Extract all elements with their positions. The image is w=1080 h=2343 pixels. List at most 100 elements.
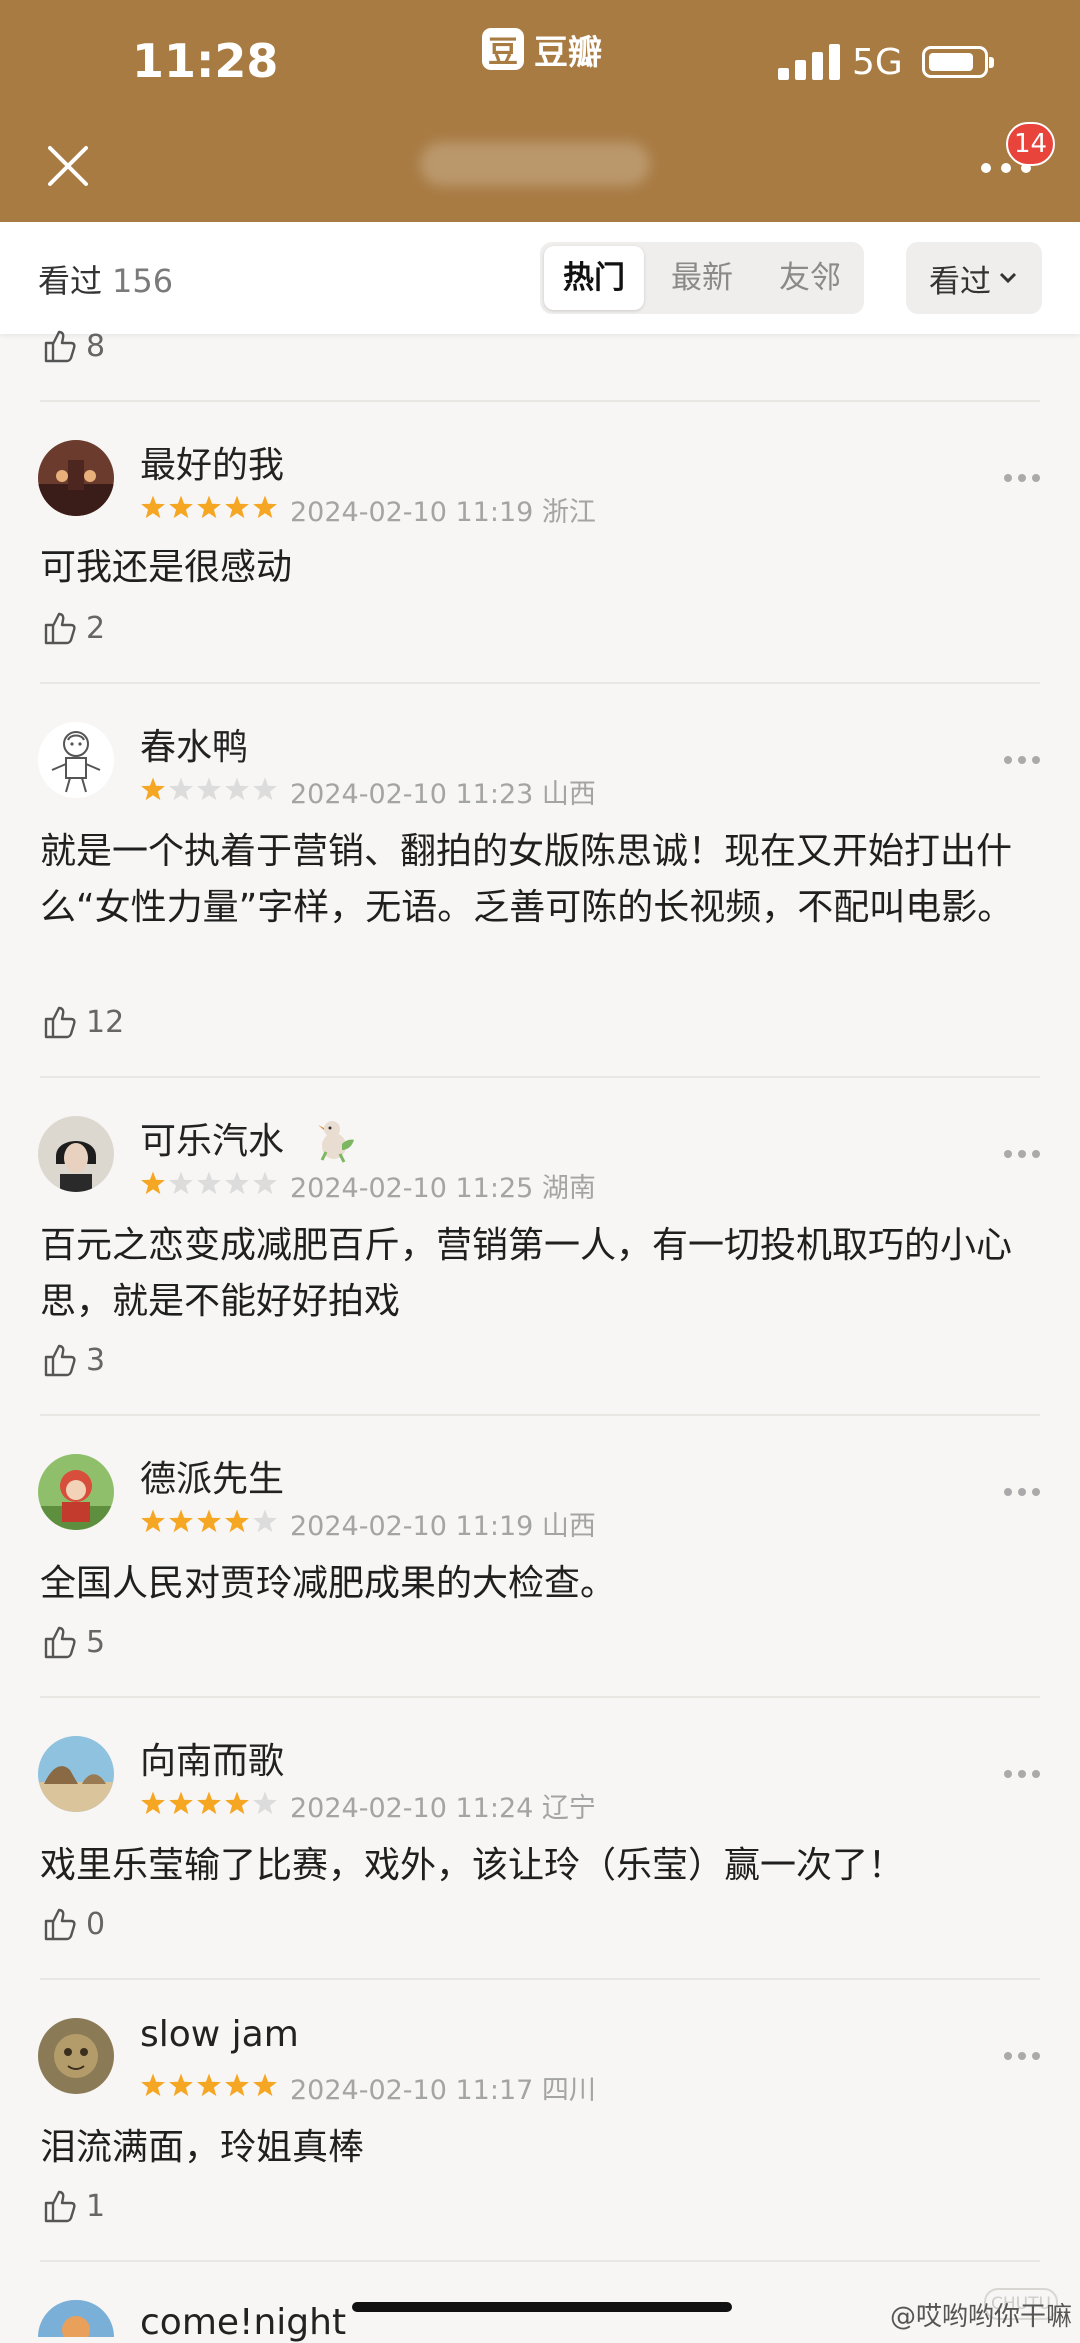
douban-logo-icon: 豆 — [482, 28, 524, 70]
username[interactable]: 春水鸭 — [140, 718, 248, 770]
like-button[interactable]: 2 — [40, 608, 105, 648]
like-button[interactable]: 3 — [40, 1340, 105, 1380]
like-count: 1 — [86, 2188, 106, 2224]
thumbs-up-icon — [44, 1344, 76, 1377]
star-empty-icon — [225, 1171, 249, 1195]
review-text: 戏里乐莹输了比赛，戏外，该让玲（乐莹）赢一次了！ — [40, 1845, 905, 1886]
star-filled-icon — [141, 1509, 165, 1533]
more-icon[interactable] — [1002, 1486, 1042, 1498]
star-filled-icon — [141, 2073, 165, 2097]
more-icon[interactable] — [1002, 1768, 1042, 1780]
avatar[interactable] — [38, 1454, 114, 1530]
blurred-title — [420, 142, 650, 186]
username[interactable]: slow jam — [140, 2014, 299, 2055]
review-meta: 2024-02-10 11:23 山西 — [290, 779, 596, 810]
divider — [40, 1696, 1040, 1698]
star-empty-icon — [253, 1791, 277, 1815]
avatar[interactable] — [38, 2018, 114, 2094]
like-count: 5 — [86, 1624, 106, 1660]
signal-icon — [778, 42, 840, 80]
more-icon[interactable] — [1002, 472, 1042, 484]
bird-badge-icon — [318, 1121, 354, 1163]
like-button[interactable]: 8 — [40, 326, 105, 366]
star-filled-icon — [141, 777, 165, 801]
review-meta: 2024-02-10 11:19 浙江 — [290, 497, 596, 528]
review-meta: 2024-02-10 11:24 辽宁 — [290, 1793, 596, 1824]
divider — [40, 1414, 1040, 1416]
avatar[interactable] — [38, 440, 114, 516]
star-filled-icon — [225, 1509, 249, 1533]
review-text: 全国人民对贾玲减肥成果的大检查。 — [40, 1563, 617, 1604]
like-count: 0 — [86, 1906, 106, 1942]
username[interactable]: 德派先生 — [140, 1450, 284, 1502]
star-empty-icon — [225, 777, 249, 801]
thumbs-up-icon — [44, 1006, 76, 1039]
divider — [40, 1076, 1040, 1078]
review-meta: 2024-02-10 11:17 四川 — [290, 2075, 596, 2106]
network-label: 5G — [852, 42, 903, 83]
star-empty-icon — [169, 777, 193, 801]
avatar[interactable] — [38, 722, 114, 798]
review-text: 泪流满面，玲姐真棒 — [40, 2127, 365, 2168]
status-filter-dropdown[interactable]: 看过 — [906, 242, 1042, 314]
watermark-text: @哎哟哟你干嘛 — [890, 2302, 1073, 2332]
more-icon[interactable] — [1002, 754, 1042, 766]
rating-stars — [141, 2073, 277, 2097]
like-count: 2 — [86, 610, 106, 646]
review-meta: 2024-02-10 11:25 湖南 — [290, 1173, 596, 1204]
sort-tabs: 热门 最新 友邻 — [540, 242, 864, 314]
star-filled-icon — [169, 2073, 193, 2097]
star-empty-icon — [253, 1171, 277, 1195]
username[interactable]: 可乐汽水 — [140, 1112, 284, 1164]
app-name: 豆瓣 — [534, 32, 602, 73]
seen-count: 156 — [112, 262, 174, 300]
seen-count-label: 看过 156 — [38, 262, 174, 300]
rating-stars — [141, 1509, 277, 1533]
review-text: 百元之恋变成减肥百斤，营销第一人，有一切投机取巧的小心思，就是不能好好拍戏 — [40, 1225, 1013, 1322]
star-filled-icon — [225, 495, 249, 519]
divider — [40, 2260, 1040, 2262]
username[interactable]: 向南而歌 — [140, 1732, 284, 1784]
avatar[interactable] — [38, 1736, 114, 1812]
avatar[interactable] — [38, 1116, 114, 1192]
status-time: 11:28 — [132, 34, 279, 88]
star-filled-icon — [253, 495, 277, 519]
star-empty-icon — [169, 1171, 193, 1195]
star-filled-icon — [197, 1509, 221, 1533]
star-filled-icon — [197, 2073, 221, 2097]
like-count: 3 — [86, 1342, 106, 1378]
star-empty-icon — [253, 1509, 277, 1533]
divider — [40, 400, 1040, 402]
star-filled-icon — [141, 1791, 165, 1815]
like-button[interactable]: 12 — [40, 1002, 124, 1042]
app-indicator: 豆 豆瓣 — [482, 26, 602, 73]
thumbs-up-icon — [44, 2190, 76, 2223]
close-icon[interactable] — [42, 140, 94, 192]
more-icon[interactable] — [1002, 2050, 1042, 2062]
more-icon[interactable] — [1002, 1148, 1042, 1160]
like-button[interactable]: 1 — [40, 2186, 105, 2226]
review-meta: 2024-02-10 11:19 山西 — [290, 1511, 596, 1542]
star-empty-icon — [197, 777, 221, 801]
review-text: 可我还是很感动 — [40, 547, 293, 588]
like-count: 12 — [86, 1004, 125, 1040]
tab-hot[interactable]: 热门 — [544, 246, 644, 310]
tab-friends[interactable]: 友邻 — [760, 246, 860, 310]
like-button[interactable]: 5 — [40, 1622, 105, 1662]
rating-stars — [141, 777, 277, 801]
star-filled-icon — [141, 1171, 165, 1195]
star-filled-icon — [197, 1791, 221, 1815]
avatar[interactable] — [38, 2300, 114, 2337]
star-filled-icon — [141, 495, 165, 519]
like-button[interactable]: 0 — [40, 1904, 105, 1944]
divider — [40, 1978, 1040, 1980]
username[interactable]: 最好的我 — [140, 436, 284, 488]
rating-stars — [141, 1171, 277, 1195]
thumbs-up-icon — [44, 1626, 76, 1659]
tab-latest[interactable]: 最新 — [652, 246, 752, 310]
star-empty-icon — [197, 1171, 221, 1195]
battery-icon — [922, 46, 994, 78]
star-filled-icon — [169, 1509, 193, 1533]
star-filled-icon — [169, 1791, 193, 1815]
rating-stars — [141, 495, 277, 519]
